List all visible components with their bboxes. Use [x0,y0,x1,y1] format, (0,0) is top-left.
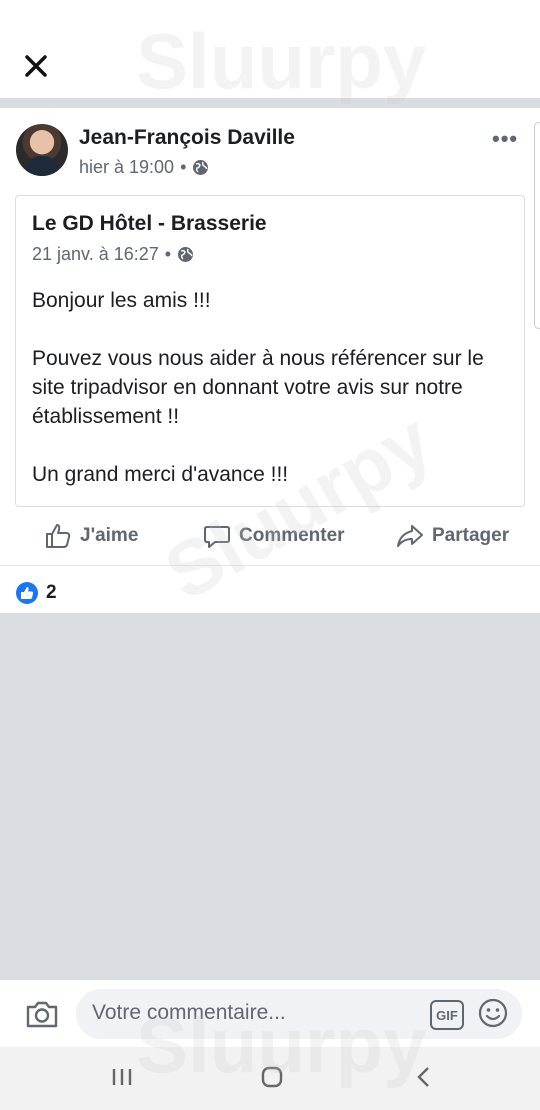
share-icon [397,525,423,547]
share-button[interactable]: Partager [396,522,509,550]
shared-post[interactable]: Le GD Hôtel - Brasserie 21 janv. à 16:27… [15,195,525,507]
close-icon[interactable] [22,52,50,80]
system-nav-bar [0,1047,540,1110]
body-paragraph: Pouvez vous nous aider à nous référencer… [32,347,484,428]
comment-icon [204,526,230,548]
shared-page-name[interactable]: Le GD Hôtel - Brasserie [32,212,267,236]
comment-button[interactable]: Commenter [203,522,345,550]
like-count: 2 [46,582,57,603]
post-author[interactable]: Jean-François Daville [79,126,295,150]
post-actions: J'aime Commenter Partager [0,510,540,565]
recent-apps-icon[interactable] [110,1065,134,1089]
comment-placeholder: Votre commentaire... [92,1001,286,1024]
globe-icon [178,247,194,262]
top-bar [0,0,540,98]
comment-input[interactable]: Votre commentaire... GIF [76,989,522,1039]
back-icon[interactable] [412,1065,436,1089]
thumbs-up-icon [46,524,71,548]
like-button[interactable]: J'aime [44,522,138,550]
globe-icon [193,160,209,175]
comment-bar: Votre commentaire... GIF [0,979,540,1048]
avatar[interactable] [16,124,68,176]
shared-time[interactable]: 21 janv. à 16:27 [32,244,159,265]
shared-body: Bonjour les amis !!! Pouvez vous nous ai… [32,286,512,518]
camera-icon[interactable] [24,996,60,1032]
post-time[interactable]: hier à 19:00 [79,157,174,178]
shared-separator: • [164,244,172,264]
like-label: J'aime [80,525,139,546]
body-paragraph: Bonjour les amis !!! [32,289,211,312]
reactions-summary[interactable]: 2 [16,582,57,604]
meta-separator: • [180,157,187,177]
like-reaction-icon [16,582,38,604]
divider [0,565,540,566]
more-options-icon[interactable]: ••• [492,126,518,152]
body-paragraph: Un grand merci d'avance !!! [32,463,289,486]
top-separator [0,98,540,108]
comment-label: Commenter [239,525,345,546]
share-label: Partager [432,525,510,546]
gif-button[interactable]: GIF [430,1000,464,1030]
post-meta: hier à 19:00 • [79,157,209,178]
scrollbar [534,122,540,329]
shared-meta: 21 janv. à 16:27 • [32,244,194,265]
emoji-icon[interactable] [478,998,508,1028]
empty-comments-area [0,613,540,979]
home-icon[interactable] [260,1065,284,1089]
